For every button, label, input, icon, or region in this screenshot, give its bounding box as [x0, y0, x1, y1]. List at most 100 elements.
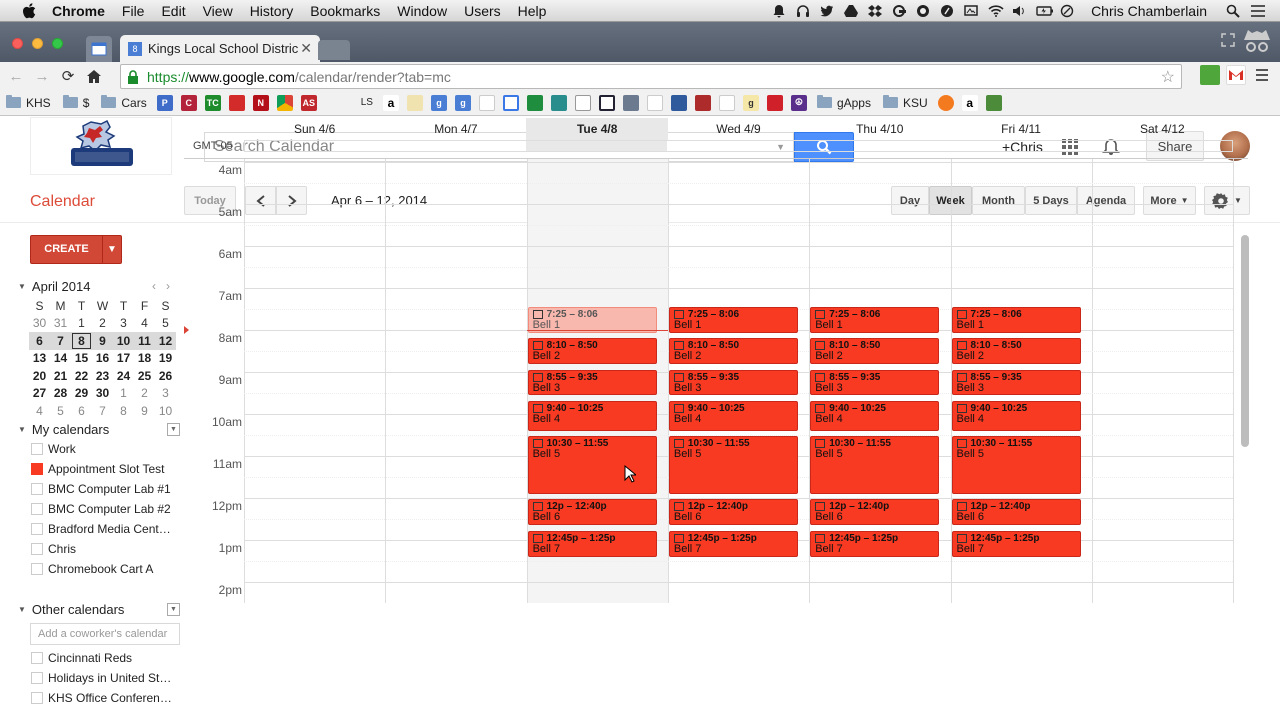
bookmark-tc-icon[interactable]: TC: [204, 94, 221, 111]
bookmark-green-icon[interactable]: [985, 94, 1002, 111]
calendar-event[interactable]: 12:45p – 1:25p Bell 7: [668, 530, 799, 557]
bookmark-google2-icon[interactable]: g: [454, 94, 471, 111]
calendar-list-item[interactable]: KHS Office Conferen…: [14, 688, 180, 708]
bookmark-ring-icon[interactable]: [598, 94, 615, 111]
clock-icon[interactable]: [1060, 4, 1074, 18]
mini-calendar-day[interactable]: 3: [155, 385, 176, 403]
calendar-event[interactable]: 8:55 – 9:35 Bell 3: [951, 369, 1081, 396]
mini-calendar-day[interactable]: 4: [134, 315, 155, 333]
mini-calendar-day[interactable]: 11: [134, 332, 155, 350]
calendar-event[interactable]: 9:40 – 10:25 Bell 4: [810, 401, 940, 431]
bookmark-folder-gapps[interactable]: gApps: [816, 95, 871, 110]
collapse-triangle-icon[interactable]: ▼: [18, 425, 26, 434]
wifi-icon[interactable]: [988, 4, 1004, 18]
back-arrow-icon[interactable]: ←: [6, 66, 26, 86]
new-tab-button[interactable]: [318, 40, 350, 60]
day-header[interactable]: Mon 4/7: [385, 118, 526, 140]
mini-calendar-day[interactable]: 19: [155, 350, 176, 368]
calendar-checkbox[interactable]: [31, 672, 43, 684]
mini-calendar-day[interactable]: 5: [50, 402, 71, 420]
calendar-event[interactable]: 8:55 – 9:35 Bell 3: [668, 369, 799, 396]
bookmark-google-icon[interactable]: g: [430, 94, 447, 111]
calendar-list-item[interactable]: Cincinnati Reds: [14, 648, 180, 668]
menu-view[interactable]: View: [203, 3, 233, 19]
calendar-list-item[interactable]: BMC Computer Lab #2: [14, 499, 180, 519]
bookmark-sites-icon[interactable]: [502, 94, 519, 111]
mini-calendar-day[interactable]: 30: [92, 385, 113, 403]
spotlight-search-icon[interactable]: [1226, 4, 1240, 18]
bookmark-shield-icon[interactable]: [622, 94, 639, 111]
grid-scrollbar[interactable]: [1240, 235, 1250, 565]
bookmark-sun-icon[interactable]: [937, 94, 954, 111]
mini-calendar-day[interactable]: 25: [134, 367, 155, 385]
day-header[interactable]: Thu 4/10: [809, 118, 950, 140]
bookmark-ls[interactable]: LS: [361, 97, 373, 108]
screen-icon[interactable]: [964, 4, 978, 18]
calendar-event[interactable]: 8:10 – 8:50 Bell 2: [668, 338, 799, 364]
menu-chrome[interactable]: Chrome: [52, 3, 105, 19]
bookmark-c-icon[interactable]: C: [180, 94, 197, 111]
calendar-event[interactable]: 12:45p – 1:25p Bell 7: [810, 530, 940, 557]
calendar-checkbox[interactable]: [31, 563, 43, 575]
create-event-button[interactable]: CREATE ▼: [30, 235, 122, 264]
calendar-checkbox[interactable]: [31, 692, 43, 704]
calendar-list-item[interactable]: Chris: [14, 539, 180, 559]
mini-calendar-day[interactable]: 7: [50, 332, 71, 350]
calendar-event[interactable]: 7:25 – 8:06 Bell 1: [951, 306, 1081, 334]
calendar-checkbox[interactable]: [31, 543, 43, 555]
mini-calendar-day[interactable]: 28: [50, 385, 71, 403]
calendar-event[interactable]: 10:30 – 11:55 Bell 5: [810, 436, 940, 494]
mini-calendar-day[interactable]: 1: [71, 315, 92, 333]
menu-users[interactable]: Users: [464, 3, 501, 19]
day-header[interactable]: Fri 4/11: [950, 118, 1091, 140]
bookmark-folder-khs[interactable]: KHS: [6, 95, 51, 110]
mini-calendar-day[interactable]: 26: [155, 367, 176, 385]
reload-icon[interactable]: ⟳: [58, 66, 78, 86]
day-header[interactable]: Sun 4/6: [244, 118, 385, 140]
other-calendars-menu-icon[interactable]: ▼: [167, 602, 180, 616]
calendar-list-item[interactable]: Work: [14, 439, 180, 459]
address-bar[interactable]: https://www.google.com/calendar/render?t…: [120, 64, 1182, 89]
mini-calendar-day[interactable]: 2: [92, 315, 113, 333]
collapse-triangle-icon[interactable]: ▼: [18, 605, 26, 614]
mini-calendar-day[interactable]: 5: [155, 315, 176, 333]
bookmark-g-icon[interactable]: g: [742, 94, 759, 111]
pinned-tab[interactable]: [86, 36, 112, 62]
bookmark-pointer-icon[interactable]: [406, 94, 423, 111]
bookmark-amazon-icon[interactable]: a: [382, 94, 399, 111]
bookmark-page3-icon[interactable]: [718, 94, 735, 111]
bookmark-folder-dollar[interactable]: $: [62, 95, 89, 110]
mini-calendar-day[interactable]: 31: [50, 315, 71, 333]
mini-calendar-day[interactable]: 30: [29, 315, 50, 333]
calendar-event[interactable]: 10:30 – 11:55 Bell 5: [951, 436, 1081, 494]
window-zoom-button[interactable]: [52, 38, 63, 49]
calendar-app-title[interactable]: Calendar: [30, 193, 95, 211]
mini-calendar-day[interactable]: 10: [113, 332, 134, 350]
calendar-event[interactable]: 7:25 – 8:06 Bell 1: [668, 306, 799, 334]
mini-calendar-day[interactable]: 18: [134, 350, 155, 368]
mini-calendar-day[interactable]: 8: [71, 332, 92, 350]
scrollbar-thumb[interactable]: [1241, 235, 1249, 447]
headphones-icon[interactable]: [796, 4, 810, 18]
school-logo[interactable]: [30, 117, 172, 175]
window-close-button[interactable]: [12, 38, 23, 49]
bookmark-netflix-icon[interactable]: N: [252, 94, 269, 111]
calendar-event[interactable]: 7:25 – 8:06 Bell 1: [810, 306, 940, 334]
calendar-event[interactable]: 12:45p – 1:25p Bell 7: [527, 530, 657, 557]
notification-bell-icon[interactable]: [772, 4, 786, 18]
calendar-event[interactable]: 12:45p – 1:25p Bell 7: [951, 530, 1081, 557]
dropbox-icon[interactable]: [868, 4, 883, 18]
calendar-event[interactable]: 8:10 – 8:50 Bell 2: [951, 338, 1081, 364]
mini-calendar-day[interactable]: 23: [92, 367, 113, 385]
volume-icon[interactable]: [1012, 4, 1026, 18]
menu-edit[interactable]: Edit: [161, 3, 185, 19]
menu-bookmarks[interactable]: Bookmarks: [310, 3, 380, 19]
bookmark-as-icon[interactable]: AS: [300, 94, 317, 111]
chrome-menu-icon[interactable]: [1252, 65, 1272, 85]
mini-calendar-day[interactable]: 17: [113, 350, 134, 368]
calendar-event[interactable]: 10:30 – 11:55 Bell 5: [527, 436, 657, 494]
apple-icon[interactable]: [20, 2, 38, 18]
timer-icon[interactable]: [916, 4, 930, 18]
calendar-event[interactable]: 8:55 – 9:35 Bell 3: [527, 369, 657, 396]
incognito-user-icon[interactable]: [1240, 26, 1274, 58]
